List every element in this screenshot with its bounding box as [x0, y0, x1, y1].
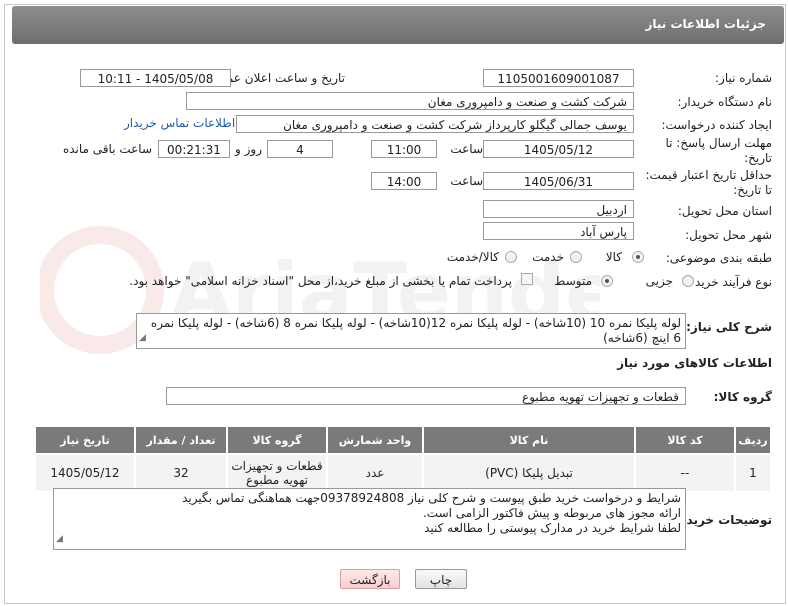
col-group: گروه کالا: [226, 425, 328, 455]
cell-date: 1405/05/12: [34, 453, 136, 493]
remaining-label: ساعت باقی مانده: [62, 142, 152, 156]
category-goods-radio[interactable]: [632, 251, 644, 263]
province-field: اردبیل: [483, 200, 634, 218]
cell-group: قطعات و تجهیزات تهویه مطبوع: [226, 453, 328, 493]
city-label: شهر محل تحویل:: [685, 228, 772, 242]
print-button[interactable]: چاپ: [415, 569, 467, 589]
price-validity-label: حداقل تاریخ اعتبار قیمت: تا تاریخ:: [645, 168, 772, 197]
reply-deadline-label: مهلت ارسال پاسخ: تا تاریخ:: [665, 136, 772, 165]
city-field: پارس آباد: [483, 222, 634, 240]
process-type-label: نوع فرآیند خرید :: [687, 275, 772, 289]
time-left-field: 00:21:31: [158, 140, 230, 158]
process-medium-label: متوسط: [554, 274, 592, 288]
buyer-org-label: نام دستگاه خریدار:: [677, 95, 773, 109]
buyer-org-field: شرکت کشت و صنعت و دامپروری مغان: [186, 92, 634, 110]
general-desc-textarea[interactable]: لوله پلیکا نمره 10 (10شاخه) - لوله پلیکا…: [136, 313, 686, 349]
cell-qty: 32: [134, 453, 228, 493]
table-header-row: ردیف کد کالا نام کالا واحد شمارش گروه کا…: [34, 425, 772, 455]
table-row: 1 -- تبدیل پلیکا (PVC) عدد قطعات و تجهیز…: [34, 453, 772, 493]
buyer-notes-line-3: لطفا شرایط خرید در مدارک پیوستی را مطالع…: [424, 521, 681, 535]
day-and-label: روز و: [235, 142, 262, 156]
category-label: طبقه بندی موضوعی:: [665, 251, 772, 265]
resize-grip-icon[interactable]: ◢: [139, 331, 146, 346]
title-bar: جزئیات اطلاعات نیاز: [12, 6, 784, 44]
reply-date-field: 1405/05/12: [483, 140, 634, 158]
requester-field: یوسف جمالی گیگلو کارپرداز شرکت کشت و صنع…: [236, 115, 634, 133]
col-unit: واحد شمارش: [326, 425, 424, 455]
need-number-label: شماره نیاز:: [715, 71, 772, 85]
general-desc-label: شرح کلی نیاز:: [686, 320, 772, 334]
resize-grip-icon[interactable]: ◢: [56, 532, 63, 547]
validity-time-label: ساعت: [450, 174, 483, 188]
process-partial-radio[interactable]: [682, 275, 694, 287]
col-date: تاریخ نیاز: [34, 425, 136, 455]
general-desc-text: لوله پلیکا نمره 10 (10شاخه) - لوله پلیکا…: [150, 316, 681, 345]
reply-time-label: ساعت: [450, 142, 483, 156]
category-service-label: خدمت: [532, 250, 564, 264]
cell-code: --: [634, 453, 736, 493]
goods-group-field: قطعات و تجهیزات تهویه مطبوع: [166, 387, 686, 405]
col-qty: تعداد / مقدار: [134, 425, 228, 455]
buyer-notes-line-1: شرایط و درخواست خرید طبق پیوست و شرح کلی…: [182, 491, 681, 505]
reply-time-field: 11:00: [371, 140, 437, 158]
announce-datetime-field: 1405/05/08 - 10:11: [80, 69, 231, 87]
category-goods-label: کالا: [605, 250, 622, 264]
buyer-notes-line-2: ارائه مجوز های مربوطه و پیش فاکتور الزام…: [422, 506, 681, 520]
validity-date-field: 1405/06/31: [483, 172, 634, 190]
province-label: استان محل تحویل:: [677, 204, 772, 218]
category-goods-service-radio[interactable]: [505, 251, 517, 263]
cell-unit: عدد: [326, 453, 424, 493]
process-partial-label: جزیی: [645, 274, 673, 288]
goods-group-label: گروه کالا:: [713, 390, 772, 404]
page-title: جزئیات اطلاعات نیاز: [645, 17, 766, 31]
days-left-field: 4: [267, 140, 333, 158]
process-medium-radio[interactable]: [601, 275, 613, 287]
goods-info-heading: اطلاعات کالاهای مورد نیاز: [617, 356, 772, 370]
cell-row: 1: [734, 453, 772, 493]
treasury-payment-checkbox[interactable]: [521, 273, 533, 285]
buyer-notes-textarea[interactable]: شرایط و درخواست خرید طبق پیوست و شرح کلی…: [53, 488, 686, 550]
category-service-radio[interactable]: [570, 251, 582, 263]
back-button[interactable]: بازگشت: [340, 569, 400, 589]
buyer-contact-link[interactable]: اطلاعات تماس خریدار: [124, 116, 235, 130]
category-goods-service-label: کالا/خدمت: [446, 250, 499, 264]
col-row: ردیف: [734, 425, 772, 455]
col-name: نام کالا: [422, 425, 636, 455]
col-code: کد کالا: [634, 425, 736, 455]
validity-time-field: 14:00: [371, 172, 437, 190]
requester-label: ایجاد کننده درخواست:: [661, 118, 772, 132]
cell-name: تبدیل پلیکا (PVC): [422, 453, 636, 493]
treasury-payment-note: پرداخت تمام یا بخشی از مبلغ خرید،از محل …: [129, 274, 512, 288]
goods-table: ردیف کد کالا نام کالا واحد شمارش گروه کا…: [34, 425, 772, 493]
need-number-field: 1105001609001087: [483, 69, 634, 87]
